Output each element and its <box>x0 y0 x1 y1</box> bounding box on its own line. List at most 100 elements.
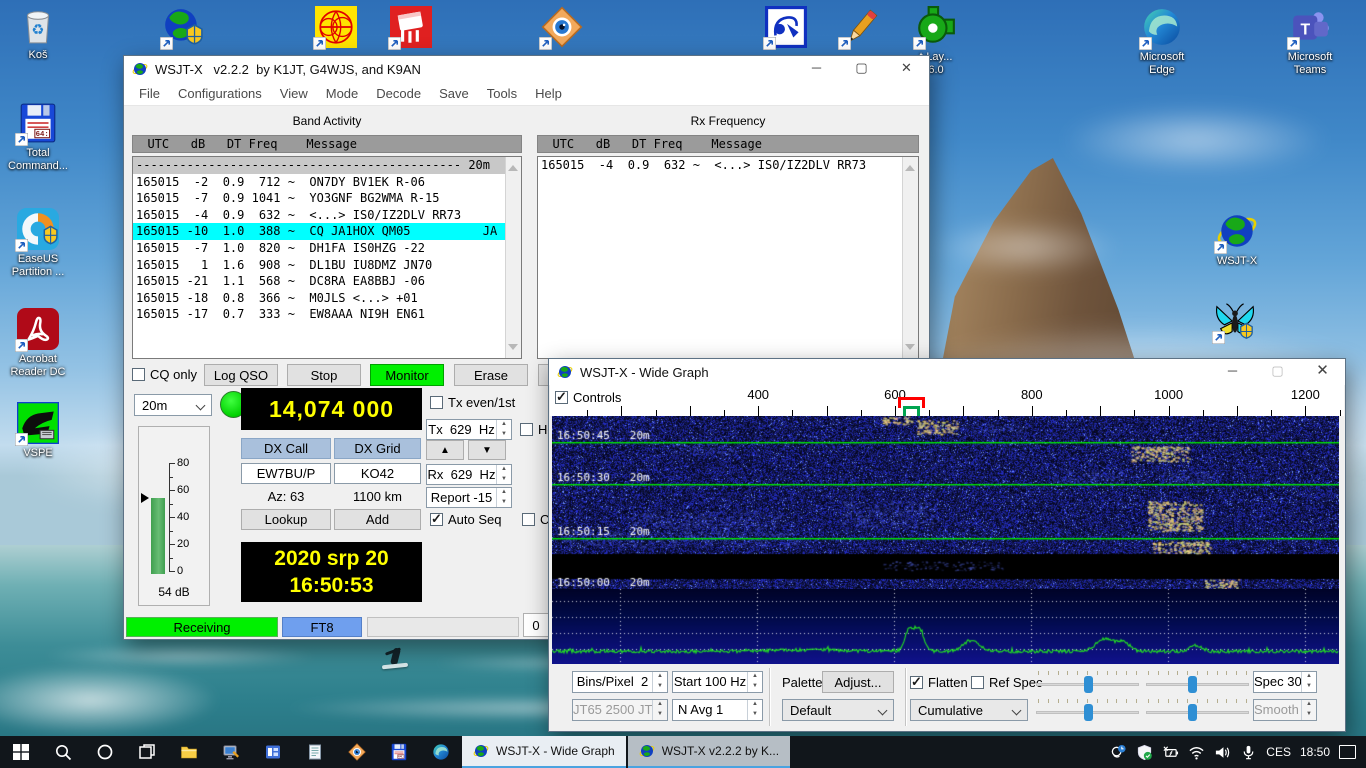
decode-row[interactable]: 165015 -2 0.9 712 ~ ON7DY BV1EK R-06 <box>133 174 521 191</box>
n-avg-spinner[interactable]: N Avg 1 ▲▼ <box>672 699 763 721</box>
desktop-icon-image-viewer[interactable] <box>524 6 600 48</box>
flatten-checkbox-box[interactable] <box>910 676 923 689</box>
spinner-arrows[interactable]: ▲▼ <box>1301 672 1316 692</box>
report-spinner[interactable]: Report -15 ▲▼ <box>426 487 512 508</box>
zero-slider[interactable] <box>1146 671 1249 693</box>
taskbar-tab[interactable]: WSJT-X - Wide Graph <box>462 736 626 768</box>
taskbar-panel-icon[interactable] <box>252 736 294 768</box>
spin-up-icon[interactable]: ▲ <box>497 488 511 498</box>
taskbar-vspe-monitor-icon[interactable] <box>210 736 252 768</box>
call-first-checkbox-box[interactable] <box>522 513 535 526</box>
tx-even-checkbox-box[interactable] <box>430 396 443 409</box>
desktop-icon-pencil[interactable] <box>823 6 899 48</box>
language-indicator[interactable]: CES <box>1266 745 1291 759</box>
spin-down-icon[interactable]: ▼ <box>497 498 511 508</box>
action-center-icon[interactable] <box>1339 745 1356 759</box>
slider-handle[interactable] <box>1084 704 1093 721</box>
scroll-up-icon[interactable] <box>508 161 518 171</box>
desktop-icon-vspe[interactable]: VSPE <box>0 402 76 460</box>
dx-grid-field[interactable]: KO42 <box>334 463 421 484</box>
scroll-down-icon[interactable] <box>905 344 915 354</box>
auto-seq-checkbox-box[interactable] <box>430 513 443 526</box>
spin-up-icon[interactable]: ▲ <box>748 700 762 710</box>
adjust-button[interactable]: Adjust... <box>822 671 894 693</box>
minimize-icon[interactable]: ─ <box>794 56 839 82</box>
desktop-icon-edge[interactable]: Microsoft Edge <box>1124 6 1200 77</box>
decode-row[interactable]: 165015 -10 1.0 388 ~ CQ JA1HOX QM05 JA <box>133 223 521 240</box>
log-qso-button[interactable]: Log QSO <box>204 364 278 386</box>
spinner-arrows[interactable]: ▲▼ <box>747 672 762 692</box>
desktop-icon-smith-chart[interactable] <box>298 6 374 48</box>
dx-call-field[interactable]: EW7BU/P <box>241 463 331 484</box>
desktop-icon-teams[interactable]: TMicrosoft Teams <box>1272 6 1348 77</box>
lookup-button[interactable]: Lookup <box>241 509 331 530</box>
decode-row[interactable]: 165015 -7 0.9 1041 ~ YO3GNF BG2WMA R-15 <box>133 190 521 207</box>
hold-tx-freq-checkbox-box[interactable] <box>520 423 533 436</box>
decode-row[interactable]: 165015 -4 0.9 632 ~ <...> IS0/IZ2DLV RR7… <box>133 207 521 224</box>
spinner-arrows[interactable]: ▲▼ <box>496 488 511 507</box>
tx-freq-spinner[interactable]: Tx 629 Hz ▲▼ <box>426 419 512 440</box>
spec-zero-slider[interactable] <box>1146 699 1249 721</box>
palette-select[interactable]: Default <box>782 699 894 721</box>
spinner-arrows[interactable]: ▲▼ <box>496 420 511 439</box>
scroll-down-icon[interactable] <box>508 344 518 354</box>
decode-row[interactable]: 165015 1 1.6 908 ~ DL1BU IU8DMZ JN70 <box>133 257 521 274</box>
add-button[interactable]: Add <box>334 509 421 530</box>
taskbar-tab[interactable]: WSJT-X v2.2.2 by K... <box>628 736 790 768</box>
taskbar-image-viewer-icon[interactable] <box>336 736 378 768</box>
band-activity-scrollbar[interactable] <box>505 157 521 358</box>
rx-frequency-panel[interactable]: 165015 -4 0.9 632 ~ <...> IS0/IZ2DLV RR7… <box>537 156 919 359</box>
spinner-arrows[interactable]: ▲▼ <box>652 672 667 692</box>
maximize-icon[interactable]: ▢ <box>839 56 884 82</box>
taskbar-cortana-icon[interactable] <box>84 736 126 768</box>
band-select[interactable]: 20m <box>134 394 212 416</box>
tray-sync-icon[interactable] <box>1110 744 1127 761</box>
spin-down-icon[interactable]: ▼ <box>748 710 762 720</box>
menu-save[interactable]: Save <box>430 82 478 106</box>
decode-row[interactable]: 165015 -17 0.7 333 ~ EW8AAA NI9H EN61 <box>133 306 521 323</box>
decode-row[interactable]: 165015 -21 1.1 568 ~ DC8RA EA8BBJ -06 <box>133 273 521 290</box>
tx-down-button[interactable]: ▼ <box>468 440 506 460</box>
taskbar-file-explorer-icon[interactable] <box>168 736 210 768</box>
cq-only-checkbox[interactable]: CQ only <box>132 367 197 382</box>
desktop-icon-globe-shield[interactable] <box>145 6 221 48</box>
spin-up-icon[interactable]: ▲ <box>748 672 762 682</box>
controls-checkbox-box[interactable] <box>555 391 568 404</box>
desktop-icon-easeus[interactable]: EaseUS Partition ... <box>0 208 76 279</box>
desktop-icon-total-commander[interactable]: 64:Total Command... <box>0 102 76 173</box>
desktop-icon-blue-tool[interactable] <box>748 6 824 48</box>
taskbar-start-icon[interactable] <box>0 736 42 768</box>
slider-handle[interactable] <box>1188 676 1197 693</box>
spinner-arrows[interactable]: ▲▼ <box>496 465 511 484</box>
spin-down-icon[interactable]: ▼ <box>653 682 667 692</box>
decode-row[interactable]: 165015 -4 0.9 632 ~ <...> IS0/IZ2DLV RR7… <box>538 157 918 174</box>
spin-up-icon[interactable]: ▲ <box>653 672 667 682</box>
close-icon[interactable]: ✕ <box>1300 359 1345 385</box>
spin-up-icon[interactable]: ▲ <box>497 420 511 430</box>
desktop-icon-acrobat[interactable]: Acrobat Reader DC <box>0 308 76 379</box>
tx-up-button[interactable]: ▲ <box>426 440 464 460</box>
menu-file[interactable]: File <box>130 82 169 106</box>
desktop-icon-wsjtx-globe[interactable]: WSJT-X <box>1199 210 1275 268</box>
taskbar-search-icon[interactable] <box>42 736 84 768</box>
menu-tools[interactable]: Tools <box>478 82 526 106</box>
gain-slider[interactable] <box>1036 671 1139 693</box>
decode-row[interactable]: ----------------------------------------… <box>133 157 521 174</box>
maximize-icon[interactable]: ▢ <box>1255 359 1300 385</box>
spin-down-icon[interactable]: ▼ <box>1302 682 1316 692</box>
ref-spec-checkbox-box[interactable] <box>971 676 984 689</box>
spectrum-mode-select[interactable]: Cumulative <box>910 699 1028 721</box>
spin-up-icon[interactable]: ▲ <box>1302 672 1316 682</box>
menu-mode[interactable]: Mode <box>317 82 368 106</box>
tray-microphone-icon[interactable] <box>1240 744 1257 761</box>
flatten-checkbox[interactable]: Flatten <box>910 675 968 690</box>
decode-row[interactable]: 165015 -18 0.8 366 ~ M0JLS <...> +01 <box>133 290 521 307</box>
band-activity-panel[interactable]: ----------------------------------------… <box>132 156 522 359</box>
spin-down-icon[interactable]: ▼ <box>497 475 511 485</box>
erase-button[interactable]: Erase <box>454 364 528 386</box>
auto-seq-checkbox[interactable]: Auto Seq <box>430 512 502 527</box>
tray-power-icon[interactable] <box>1162 744 1179 761</box>
menu-configurations[interactable]: Configurations <box>169 82 271 106</box>
spin-down-icon[interactable]: ▼ <box>748 682 762 692</box>
tray-wifi-icon[interactable] <box>1188 744 1205 761</box>
